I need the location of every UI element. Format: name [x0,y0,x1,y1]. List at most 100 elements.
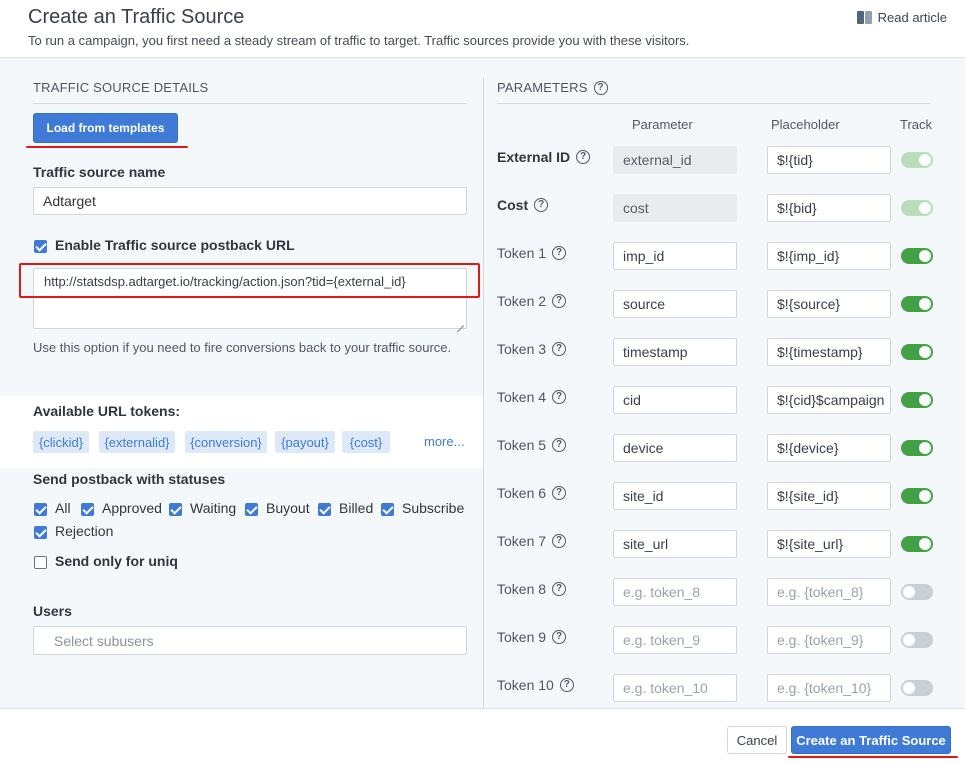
placeholder-input-token-8[interactable]: e.g. {token_8} [767,578,891,606]
cancel-button[interactable]: Cancel [727,726,787,754]
parameter-input-token-6[interactable]: site_id [613,482,737,510]
placeholder-input-token-3[interactable]: $!{timestamp} [767,338,891,366]
parameter-input-token-4[interactable]: cid [613,386,737,414]
enable-postback-checkbox[interactable] [34,240,47,253]
select-subusers-input[interactable]: Select subusers [33,626,467,655]
parameter-input-token-3[interactable]: timestamp [613,338,737,366]
toggle-knob [919,442,931,454]
track-toggle-token-9[interactable] [901,632,933,648]
param-row-label-token-10: Token 10? [497,677,574,693]
token-chip-payout[interactable]: {payout} [275,431,335,453]
help-icon[interactable]: ? [552,486,567,500]
track-toggle-token-8[interactable] [901,584,933,600]
parameter-input-token-5[interactable]: device [613,434,737,462]
section-rule [497,103,930,104]
parameter-input-external-id: external_id [613,146,737,174]
help-icon[interactable]: ? [593,80,608,95]
parameter-input-token-8[interactable]: e.g. token_8 [613,578,737,606]
parameter-input-token-1[interactable]: imp_id [613,242,737,270]
more-tokens-link[interactable]: more... [424,434,464,449]
param-row-label-text: Token 6 [497,485,547,501]
modal-header: Create an Traffic Source To run a campai… [0,0,965,58]
create-traffic-source-button[interactable]: Create an Traffic Source [791,726,951,754]
track-toggle-token-6[interactable] [901,488,933,504]
param-row-label-text: External ID [497,149,571,165]
track-toggle-token-4[interactable] [901,392,933,408]
help-icon[interactable]: ? [552,246,567,260]
help-icon[interactable]: ? [559,678,574,692]
param-row-label-token-1: Token 1? [497,245,567,261]
track-toggle-token-10[interactable] [901,680,933,696]
placeholder-input-token-6[interactable]: $!{site_id} [767,482,891,510]
section-title-parameters: PARAMETERS ? [497,80,608,95]
placeholder-input-token-1[interactable]: $!{imp_id} [767,242,891,270]
status-buyout-checkbox[interactable] [245,503,258,516]
read-article-label: Read article [877,10,947,25]
help-icon[interactable]: ? [552,534,567,548]
token-chip-conversion[interactable]: {conversion} [185,431,267,453]
param-row-label-text: Token 4 [497,389,547,405]
token-chip-cost[interactable]: {cost} [342,431,390,453]
track-toggle-token-3[interactable] [901,344,933,360]
resize-grip-icon[interactable] [456,318,464,326]
placeholder-input-external-id[interactable]: $!{tid} [767,146,891,174]
track-toggle-external-id[interactable] [901,152,933,168]
track-toggle-token-7[interactable] [901,536,933,552]
send-only-uniq-checkbox[interactable] [34,556,47,569]
help-icon[interactable]: ? [552,390,567,404]
placeholder-input-token-10[interactable]: e.g. {token_10} [767,674,891,702]
url-tokens-panel: Available URL tokens: {clickid} {externa… [0,396,483,468]
load-from-templates-button[interactable]: Load from templates [33,113,178,143]
help-icon[interactable]: ? [552,630,567,644]
param-row-label-text: Token 10 [497,677,554,693]
track-toggle-token-2[interactable] [901,296,933,312]
status-billed-label: Billed [339,500,374,516]
col-head-parameter: Parameter [632,117,693,132]
placeholder-input-token-7[interactable]: $!{site_url} [767,530,891,558]
toggle-knob [903,634,915,646]
modal-footer: Cancel Create an Traffic Source [0,708,965,764]
status-rejection-label: Rejection [55,523,114,539]
parameter-input-token-9[interactable]: e.g. token_9 [613,626,737,654]
toggle-knob [903,682,915,694]
help-icon[interactable]: ? [552,294,567,308]
postback-help-text: Use this option if you need to fire conv… [33,340,452,355]
token-chip-externalid[interactable]: {externalid} [99,431,175,453]
help-icon[interactable]: ? [576,150,591,164]
read-article-link[interactable]: Read article [856,10,947,25]
param-row-label-text: Token 1 [497,245,547,261]
status-subscribe-checkbox[interactable] [381,503,394,516]
toggle-knob [903,586,915,598]
param-row-label-text: Token 7 [497,533,547,549]
section-rule [33,103,467,104]
track-toggle-token-1[interactable] [901,248,933,264]
parameter-input-token-10[interactable]: e.g. token_10 [613,674,737,702]
placeholder-input-cost[interactable]: $!{bid} [767,194,891,222]
placeholder-input-token-9[interactable]: e.g. {token_9} [767,626,891,654]
help-icon[interactable]: ? [552,342,567,356]
status-all-checkbox[interactable] [34,503,47,516]
status-billed-checkbox[interactable] [318,503,331,516]
help-icon[interactable]: ? [534,198,549,212]
traffic-source-name-input[interactable]: Adtarget [33,187,467,215]
status-rejection-checkbox[interactable] [34,526,47,539]
parameter-input-token-7[interactable]: site_url [613,530,737,558]
param-row-label-text: Token 3 [497,341,547,357]
param-row-label-text: Token 5 [497,437,547,453]
placeholder-input-token-5[interactable]: $!{device} [767,434,891,462]
track-toggle-cost[interactable] [901,200,933,216]
status-subscribe-label: Subscribe [402,500,465,516]
placeholder-input-token-2[interactable]: $!{source} [767,290,891,318]
token-chip-clickid[interactable]: {clickid} [33,431,89,453]
param-row-label-token-8: Token 8? [497,581,567,597]
help-icon[interactable]: ? [552,438,567,452]
parameter-input-token-2[interactable]: source [613,290,737,318]
status-approved-label: Approved [102,500,162,516]
track-toggle-token-5[interactable] [901,440,933,456]
status-approved-checkbox[interactable] [81,503,94,516]
toggle-knob [919,490,931,502]
placeholder-input-token-4[interactable]: $!{cid}$campaign [767,386,891,414]
status-waiting-checkbox[interactable] [169,503,182,516]
help-icon[interactable]: ? [552,582,567,596]
param-row-label-text: Token 9 [497,629,547,645]
